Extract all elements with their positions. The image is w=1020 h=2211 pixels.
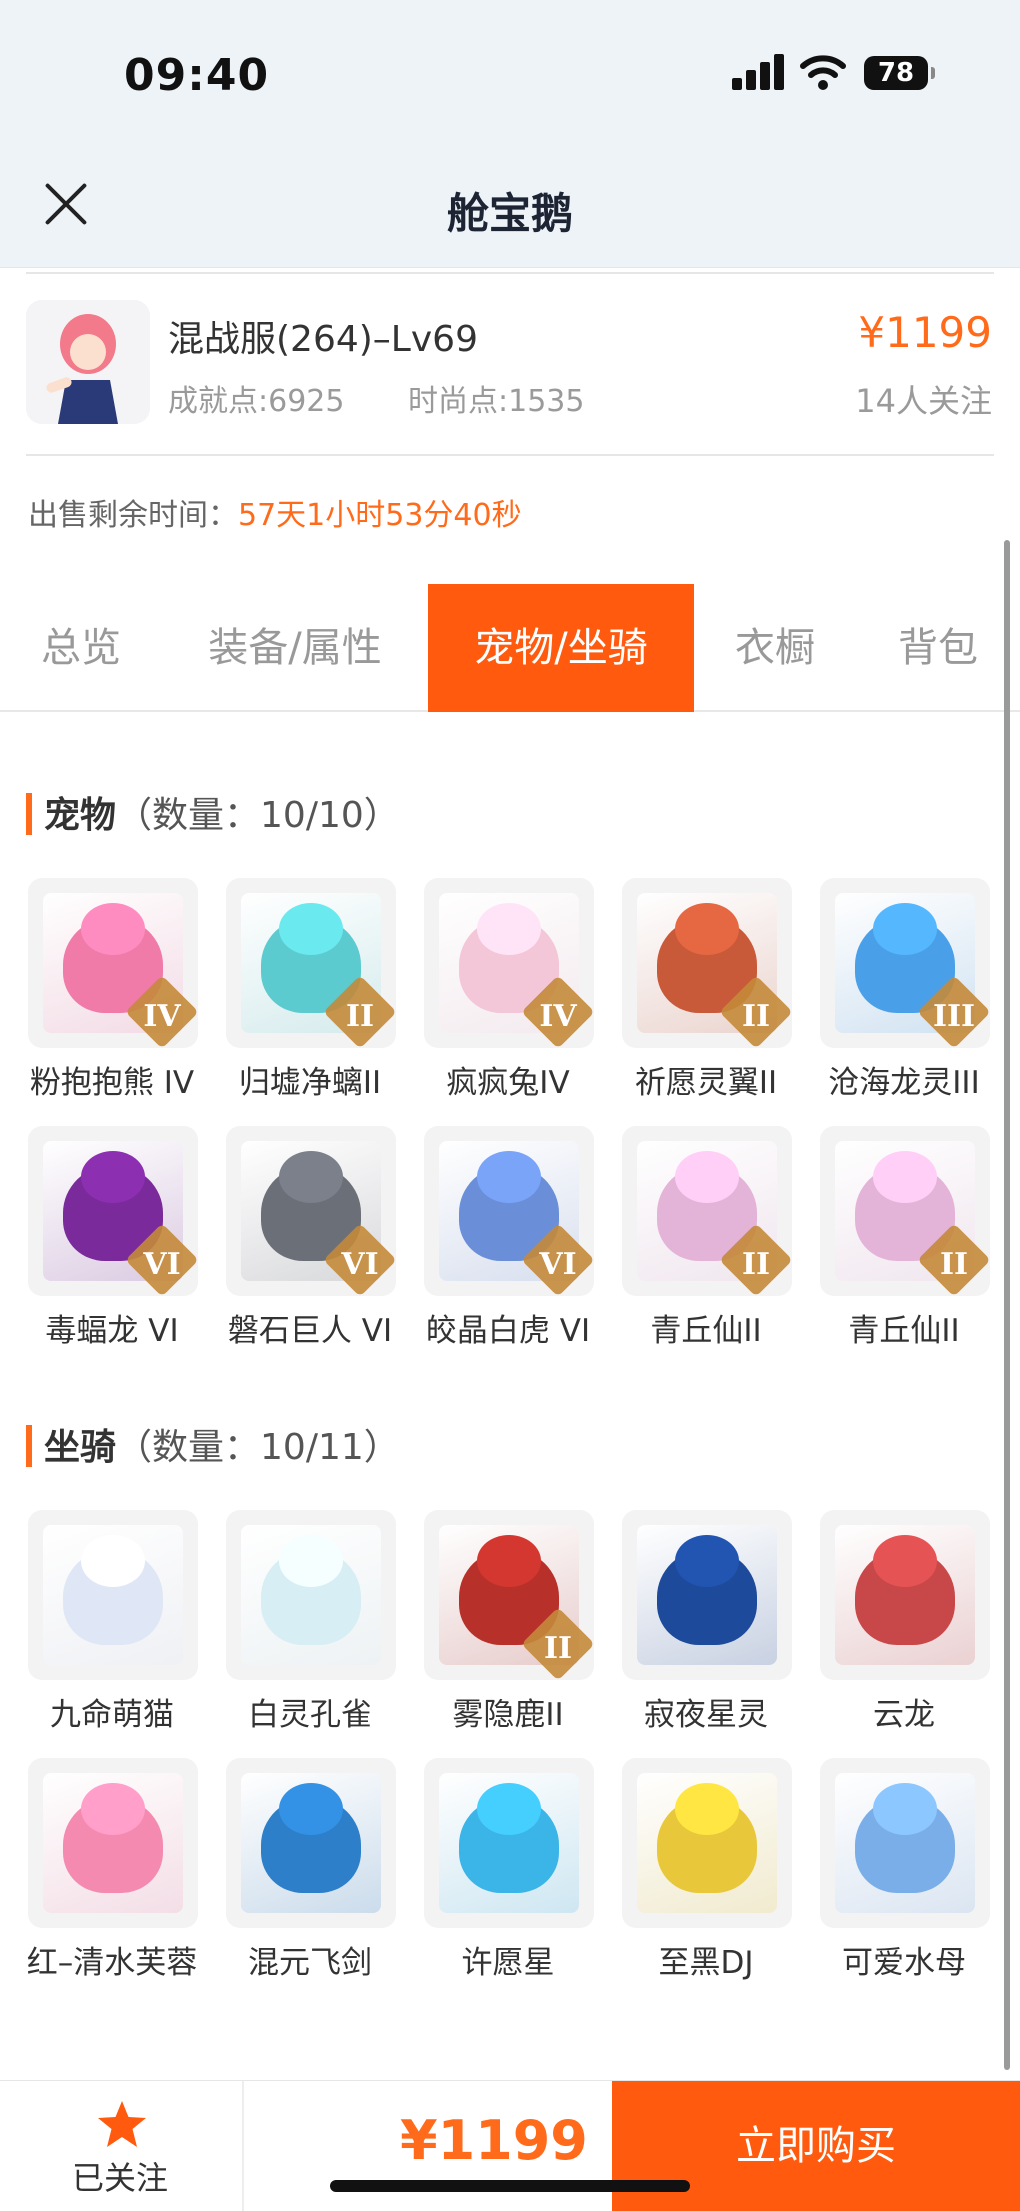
pet-name: 归墟净螭II	[238, 1065, 382, 1101]
mount-image	[43, 1773, 183, 1913]
section-accent-bar	[26, 793, 32, 835]
rank-badge-text: II	[543, 1631, 573, 1666]
pet-thumbnail: III	[820, 878, 991, 1049]
tab-overview[interactable]: 总览	[0, 584, 162, 712]
pet-thumbnail: II	[226, 878, 397, 1049]
remaining-time-label: 出售剩余时间：	[28, 498, 238, 533]
battery-indicator: 78	[864, 56, 935, 90]
follower-count: 14人关注	[855, 382, 992, 420]
tab-equipment[interactable]: 装备/属性	[162, 584, 428, 712]
divider	[26, 272, 994, 274]
rank-badge-text: II	[741, 999, 771, 1034]
pet-thumbnail: IV	[28, 878, 199, 1049]
mount-thumbnail: II	[424, 1510, 595, 1681]
mount-name: 云龙	[873, 1697, 935, 1733]
mount-image	[637, 1525, 777, 1665]
mount-thumbnail	[226, 1510, 396, 1680]
mount-image	[835, 1773, 975, 1913]
server-level: 混战服(264)–Lv69	[168, 319, 478, 360]
wifi-icon	[800, 55, 846, 90]
pet-name: 磐石巨人 VI	[227, 1313, 393, 1349]
pets-section-header: 宠物（数量：10/10）	[26, 786, 400, 838]
mount-image	[439, 1773, 579, 1913]
mount-thumbnail	[28, 1758, 198, 1928]
rank-badge-text: VI	[341, 1247, 379, 1282]
mount-name: 雾隐鹿II	[452, 1697, 564, 1733]
achievement-points: 成就点:6925	[168, 384, 345, 419]
pet-name: 沧海龙灵III	[828, 1065, 980, 1101]
mounts-section-header: 坐骑（数量：10/11）	[26, 1418, 400, 1470]
mounts-count: （数量：10/11）	[116, 1427, 400, 1468]
mount-name: 至黑DJ	[658, 1945, 754, 1981]
rank-badge-text: II	[741, 1247, 771, 1282]
pet-thumbnail: VI	[28, 1126, 199, 1297]
mount-name: 白灵孔雀	[248, 1697, 372, 1733]
pet-name: 青丘仙II	[848, 1313, 960, 1349]
tab-pets-mounts[interactable]: 宠物/坐骑	[428, 584, 694, 712]
scrollbar[interactable]	[1004, 540, 1010, 2070]
tab-wardrobe[interactable]: 衣橱	[694, 584, 856, 712]
mount-thumbnail	[424, 1758, 594, 1928]
mount-name: 许愿星	[461, 1945, 555, 1981]
star-icon[interactable]	[96, 2099, 148, 2149]
mount-name: 九命萌猫	[50, 1697, 174, 1733]
rank-badge-text: III	[932, 999, 976, 1034]
rank-badge-text: IV	[143, 999, 181, 1034]
rank-badge-text: II	[345, 999, 375, 1034]
bottom-price: ¥1199	[400, 2109, 588, 2172]
pet-name: 皎晶白虎 VI	[425, 1313, 591, 1349]
signal-icon	[732, 54, 786, 90]
mount-thumbnail	[820, 1758, 990, 1928]
pet-thumbnail: II	[622, 1126, 793, 1297]
listing-price: ¥1199	[858, 308, 992, 357]
pet-thumbnail: II	[820, 1126, 991, 1297]
mount-image	[637, 1773, 777, 1913]
divider	[242, 2081, 244, 2211]
pet-name: 毒蝠龙 VI	[45, 1313, 179, 1349]
pet-name: 青丘仙II	[650, 1313, 762, 1349]
listing-info: 混战服(264)–Lv69 成就点:6925 时尚点:1535 ¥1199 14…	[0, 272, 1020, 452]
fashion-points: 时尚点:1535	[408, 384, 585, 419]
mount-thumbnail	[820, 1510, 990, 1680]
home-indicator	[330, 2180, 690, 2192]
remaining-time-value: 57天1小时53分40秒	[238, 498, 522, 533]
tab-backpack[interactable]: 背包	[856, 584, 1020, 712]
mount-name: 寂夜星灵	[644, 1697, 768, 1733]
mount-thumbnail	[226, 1758, 396, 1928]
status-time: 09:40	[124, 50, 270, 101]
pet-name: 祈愿灵翼II	[634, 1065, 778, 1101]
remaining-time: 出售剩余时间：57天1小时53分40秒	[28, 490, 522, 534]
mount-image	[835, 1525, 975, 1665]
rank-badge-text: II	[939, 1247, 969, 1282]
nav-bar: 舱宝鹅	[0, 140, 1020, 268]
mount-thumbnail	[28, 1510, 198, 1680]
mount-image	[43, 1525, 183, 1665]
mount-name: 红–清水芙蓉	[26, 1945, 198, 1981]
follow-button-label[interactable]: 已关注	[72, 2153, 168, 2199]
pets-title: 宠物	[44, 795, 117, 836]
pet-thumbnail: II	[622, 878, 793, 1049]
mount-thumbnail	[622, 1758, 792, 1928]
mount-thumbnail	[622, 1510, 792, 1680]
pet-thumbnail: VI	[424, 1126, 595, 1297]
mount-name: 混元飞剑	[248, 1945, 372, 1981]
pet-name: 疯疯兔IV	[446, 1065, 570, 1101]
section-accent-bar	[26, 1425, 32, 1467]
tab-bar: 总览 装备/属性 宠物/坐骑 衣橱 背包	[0, 584, 1020, 712]
rank-badge-text: VI	[143, 1247, 181, 1282]
rank-badge-text: IV	[539, 999, 577, 1034]
mounts-title: 坐骑	[44, 1427, 117, 1468]
page-title: 舱宝鹅	[446, 189, 573, 238]
pet-name: 粉抱抱熊 IV	[29, 1065, 195, 1101]
rank-badge-text: VI	[539, 1247, 577, 1282]
character-avatar	[26, 300, 150, 424]
pet-thumbnail: IV	[424, 878, 595, 1049]
divider	[26, 454, 994, 456]
status-bar: 09:40 78	[0, 0, 1020, 140]
mount-image	[241, 1773, 381, 1913]
pets-count: （数量：10/10）	[116, 795, 400, 836]
pet-thumbnail: VI	[226, 1126, 397, 1297]
mount-image	[241, 1525, 381, 1665]
mount-name: 可爱水母	[842, 1945, 966, 1981]
